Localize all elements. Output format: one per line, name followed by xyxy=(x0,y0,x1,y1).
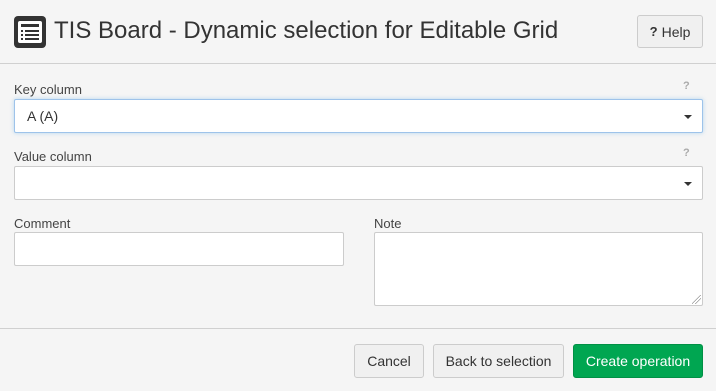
key-column-label: Key column xyxy=(14,82,82,97)
cancel-button[interactable]: Cancel xyxy=(354,344,424,378)
help-label: Help xyxy=(661,23,691,40)
board-list-icon xyxy=(14,16,46,48)
note-label: Note xyxy=(374,216,402,231)
chevron-down-icon xyxy=(684,115,692,119)
value-column-help-icon[interactable]: ? xyxy=(683,147,690,159)
key-column-help-icon[interactable]: ? xyxy=(683,80,690,92)
comment-field[interactable] xyxy=(14,232,344,266)
value-column-label: Value column xyxy=(14,149,92,164)
resize-handle-icon[interactable] xyxy=(692,295,701,304)
dialog-header: TIS Board - Dynamic selection for Editab… xyxy=(0,0,716,64)
comment-label: Comment xyxy=(14,216,71,231)
question-icon: ? xyxy=(649,24,658,39)
footer-divider xyxy=(0,328,716,329)
note-textarea[interactable] xyxy=(374,232,703,306)
key-column-value: A (A) xyxy=(27,108,59,124)
chevron-down-icon xyxy=(684,182,692,186)
value-column-select[interactable] xyxy=(14,166,703,200)
create-operation-button[interactable]: Create operation xyxy=(573,344,703,378)
page-title: TIS Board - Dynamic selection for Editab… xyxy=(54,17,559,44)
back-to-selection-button[interactable]: Back to selection xyxy=(433,344,564,378)
dialog: TIS Board - Dynamic selection for Editab… xyxy=(0,0,716,391)
help-button[interactable]: ? Help xyxy=(637,15,703,48)
key-column-select[interactable]: A (A) xyxy=(14,99,703,133)
